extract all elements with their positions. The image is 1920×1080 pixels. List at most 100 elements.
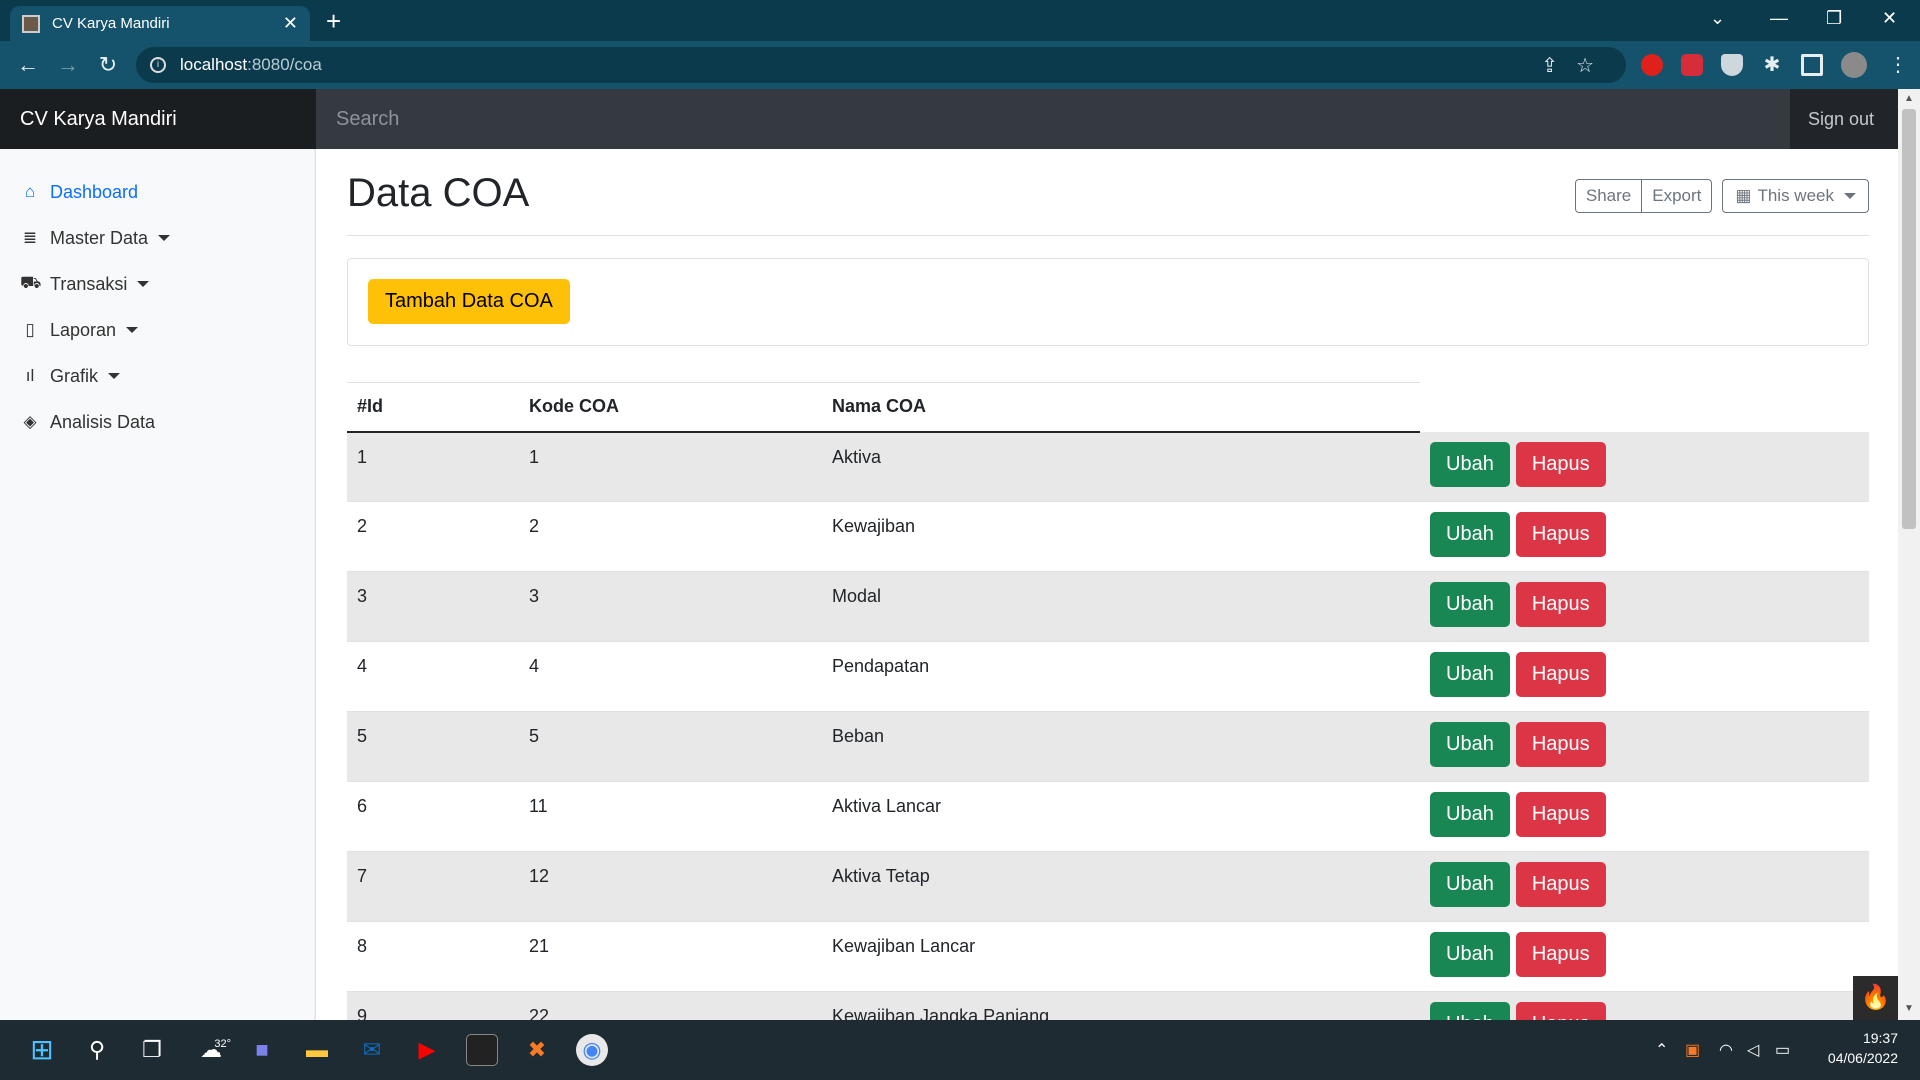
edit-button[interactable]: Ubah xyxy=(1430,792,1510,837)
show-hidden-icons-chevron-icon[interactable]: ⌃ xyxy=(1655,1040,1668,1060)
delete-button[interactable]: Hapus xyxy=(1515,582,1606,627)
brand[interactable]: CV Karya Mandiri xyxy=(0,89,316,149)
cell-nama: Beban xyxy=(822,711,1420,782)
edit-button[interactable]: Ubah xyxy=(1430,582,1510,627)
caret-down-icon xyxy=(158,235,171,241)
caret-down-icon xyxy=(137,281,150,287)
close-window-icon[interactable]: ✕ xyxy=(1882,8,1897,29)
browser-tab[interactable]: CV Karya Mandiri ✕ xyxy=(10,6,310,41)
system-clock[interactable]: 19:37 04/06/2022 xyxy=(1828,1028,1898,1068)
windows-taskbar xyxy=(0,1020,1920,1080)
column-header-actions xyxy=(1420,383,1869,432)
bookmark-star-icon[interactable]: ☆ xyxy=(1576,55,1612,77)
search-input[interactable]: Search xyxy=(316,89,1790,149)
windows-start-icon[interactable]: ⊞ xyxy=(26,1034,58,1066)
sidebar-item-laporan[interactable]: ▯ Laporan xyxy=(0,307,315,353)
delete-button[interactable]: Hapus xyxy=(1515,441,1606,487)
debug-toolbar-flame-icon[interactable]: 🔥 xyxy=(1853,976,1898,1020)
add-coa-button[interactable]: Tambah Data COA xyxy=(368,279,570,324)
delete-button[interactable]: Hapus xyxy=(1515,1002,1606,1020)
scrollbar-thumb[interactable] xyxy=(1902,109,1916,529)
delete-button[interactable]: Hapus xyxy=(1515,932,1606,977)
xampp-icon[interactable]: ✖ xyxy=(521,1034,553,1066)
edit-button[interactable]: Ubah xyxy=(1430,652,1510,697)
share-export-group: Share Export xyxy=(1574,179,1713,213)
battery-icon[interactable]: ▭ xyxy=(1775,1040,1790,1060)
column-header-kode: Kode COA xyxy=(519,382,822,433)
database-icon: ≣ xyxy=(22,228,38,247)
cell-id: 4 xyxy=(347,641,519,712)
sidebar-item-label: Transaksi xyxy=(50,273,128,294)
table-row: 2 2 Kewajiban Ubah Hapus xyxy=(347,501,1869,572)
edit-button[interactable]: Ubah xyxy=(1430,862,1510,907)
minimize-icon[interactable]: — xyxy=(1770,8,1788,29)
site-info-icon[interactable]: i xyxy=(150,57,166,73)
task-view-icon[interactable]: ❐ xyxy=(136,1034,168,1066)
volume-icon[interactable]: ◁ xyxy=(1747,1040,1759,1060)
wifi-icon[interactable]: ◠ xyxy=(1719,1040,1733,1060)
cell-actions: UbahHapus xyxy=(1420,431,1869,502)
profile-avatar[interactable] xyxy=(1841,52,1867,78)
delete-button[interactable]: Hapus xyxy=(1515,652,1606,697)
menu-kebab-icon[interactable]: ⋮ xyxy=(1888,54,1910,76)
column-header-id: #Id xyxy=(347,382,519,433)
tab-search-icon[interactable]: ⌄ xyxy=(1710,8,1725,29)
cell-nama: Aktiva Lancar xyxy=(822,781,1420,852)
file-explorer-icon[interactable]: ▬ xyxy=(301,1034,333,1066)
close-tab-icon[interactable]: ✕ xyxy=(283,13,298,34)
teams-chat-icon[interactable]: ■ xyxy=(246,1034,278,1066)
this-week-dropdown[interactable]: ▦ This week xyxy=(1722,179,1869,213)
export-button[interactable]: Export xyxy=(1641,180,1711,212)
page-scrollbar[interactable]: ▲ ▼ xyxy=(1898,89,1920,1020)
delete-button[interactable]: Hapus xyxy=(1515,512,1606,557)
extension-m-icon[interactable] xyxy=(1681,54,1703,76)
xampp-tray-icon[interactable]: ▣ xyxy=(1685,1040,1700,1060)
share-page-icon[interactable]: ⇪ xyxy=(1541,55,1576,77)
sign-out-link[interactable]: Sign out xyxy=(1790,109,1898,130)
sidebar-item-transaksi[interactable]: ⛟ Transaksi xyxy=(0,261,315,307)
edit-button[interactable]: Ubah xyxy=(1430,722,1510,767)
edit-button[interactable]: Ubah xyxy=(1430,441,1510,487)
extensions-puzzle-icon[interactable]: ✱ xyxy=(1761,54,1783,76)
cell-actions: UbahHapus xyxy=(1420,921,1869,992)
scroll-up-arrow-icon[interactable]: ▲ xyxy=(1904,93,1914,104)
share-button[interactable]: Share xyxy=(1576,180,1641,212)
cell-kode: 22 xyxy=(519,991,822,1020)
edit-button[interactable]: Ubah xyxy=(1430,1002,1510,1020)
clock-time: 19:37 xyxy=(1862,1030,1898,1046)
url-field[interactable]: i localhost:8080/coa ⇪☆ xyxy=(136,47,1626,83)
delete-button[interactable]: Hapus xyxy=(1515,792,1606,837)
youtube-icon[interactable]: ▶ xyxy=(411,1034,443,1066)
extension-red-icon[interactable] xyxy=(1641,54,1663,76)
sidebar-item-master-data[interactable]: ≣ Master Data xyxy=(0,215,315,261)
sidebar-item-analisis-data[interactable]: ◈ Analisis Data xyxy=(0,399,315,445)
cell-kode: 2 xyxy=(519,501,822,572)
restore-icon[interactable]: ❐ xyxy=(1826,8,1842,29)
cell-actions: UbahHapus xyxy=(1420,851,1869,922)
delete-button[interactable]: Hapus xyxy=(1515,862,1606,907)
side-panel-icon[interactable] xyxy=(1801,54,1823,76)
sidebar-item-grafik[interactable]: ıl Grafik xyxy=(0,353,315,399)
cell-actions: UbahHapus xyxy=(1420,711,1869,782)
delete-button[interactable]: Hapus xyxy=(1515,722,1606,767)
cell-actions: UbahHapus xyxy=(1420,501,1869,572)
cell-id: 9 xyxy=(347,991,519,1020)
back-icon[interactable]: ← xyxy=(8,52,48,78)
new-tab-icon[interactable]: + xyxy=(326,6,341,36)
extension-shield-icon[interactable] xyxy=(1721,54,1743,76)
mail-icon[interactable]: ✉ xyxy=(356,1034,388,1066)
table-row: 922Kewajiban Jangka Panjang Ubah Hapus xyxy=(347,991,1869,1020)
sidebar-item-dashboard[interactable]: ⌂ Dashboard xyxy=(0,169,315,215)
reload-icon[interactable]: ↻ xyxy=(88,52,128,78)
caret-down-icon xyxy=(108,373,121,379)
forward-icon[interactable]: → xyxy=(48,52,88,78)
column-header-nama: Nama COA xyxy=(822,382,1420,433)
search-icon[interactable]: ⚲ xyxy=(81,1034,113,1066)
cell-nama: Aktiva Tetap xyxy=(822,851,1420,922)
chrome-icon[interactable]: ◉ xyxy=(576,1034,608,1066)
edit-button[interactable]: Ubah xyxy=(1430,932,1510,977)
weather-widget[interactable]: ☁ 32° xyxy=(191,1034,231,1066)
scroll-down-arrow-icon[interactable]: ▼ xyxy=(1904,1003,1914,1014)
terminal-icon[interactable] xyxy=(466,1034,498,1066)
edit-button[interactable]: Ubah xyxy=(1430,512,1510,557)
